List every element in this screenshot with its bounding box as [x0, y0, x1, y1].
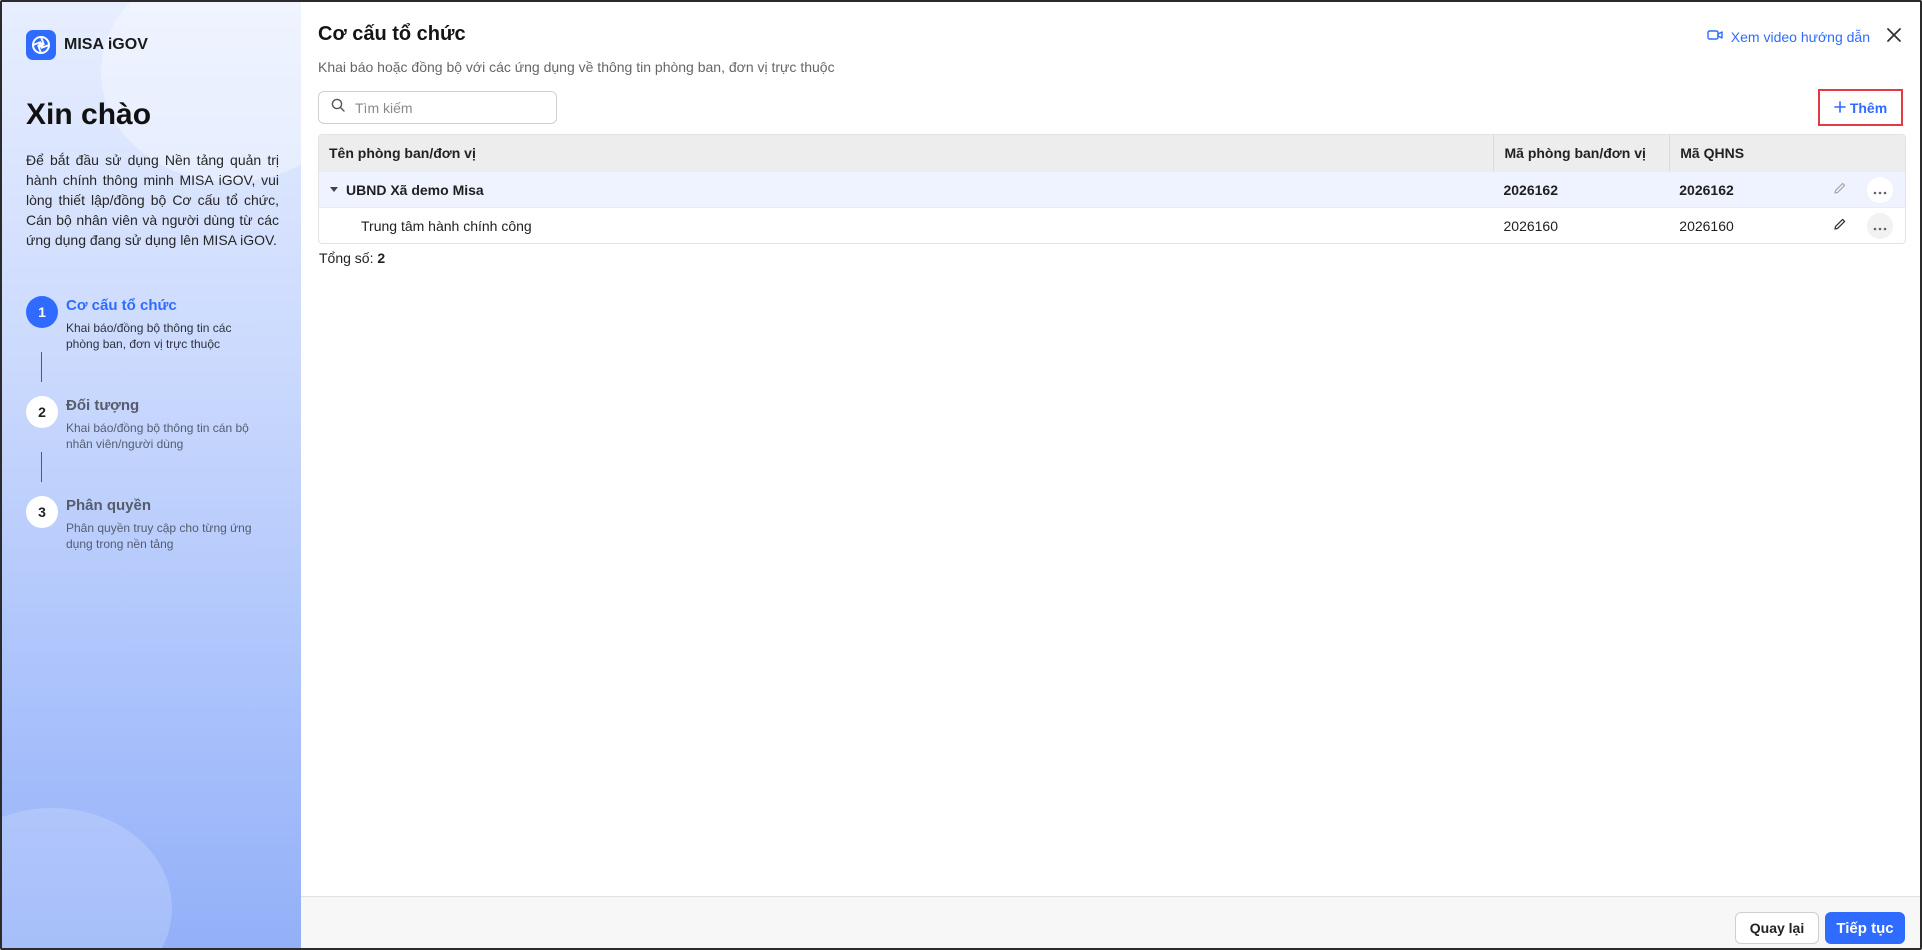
- add-button[interactable]: Thêm: [1834, 100, 1887, 116]
- onboarding-sidebar: MISA iGOV Xin chào Để bắt đầu sử dụng Nề…: [2, 2, 301, 948]
- caret-down-icon[interactable]: [330, 187, 338, 192]
- org-table: Tên phòng ban/đơn vị Mã phòng ban/đơn vị…: [318, 134, 1906, 244]
- step-number: 2: [26, 396, 58, 428]
- step-title: Phân quyền: [66, 497, 152, 514]
- search-input[interactable]: [355, 99, 545, 116]
- step-title: Đối tượng: [66, 397, 140, 414]
- video-guide-label: Xem video hướng dẫn: [1730, 28, 1870, 45]
- brand-name: MISA iGOV: [64, 36, 148, 53]
- setup-steps: 1 Cơ cấu tổ chức Khai báo/đồng bộ thông …: [26, 296, 286, 596]
- search-box: [318, 91, 557, 124]
- total-value: 2: [377, 250, 386, 266]
- edit-button[interactable]: [1827, 213, 1853, 239]
- step-number: 3: [26, 496, 58, 528]
- back-button[interactable]: Quay lại: [1735, 912, 1819, 944]
- unit-name: UBND Xã demo Misa: [346, 181, 484, 198]
- plus-icon: [1834, 100, 1846, 116]
- next-button[interactable]: Tiếp tục: [1825, 912, 1905, 944]
- brand-logo: MISA iGOV: [26, 30, 148, 60]
- more-horizontal-icon: [1873, 182, 1887, 198]
- pencil-icon: [1833, 181, 1847, 198]
- more-button[interactable]: [1867, 212, 1893, 239]
- edit-button[interactable]: [1827, 177, 1853, 203]
- step-description: Khai báo/đồng bộ thông tin các phòng ban…: [66, 321, 232, 351]
- step-permissions[interactable]: 3 Phân quyền Phân quyền truy cập cho từn…: [26, 496, 286, 596]
- close-icon: [1886, 27, 1902, 48]
- page-subtitle: Khai báo hoặc đồng bộ với các ứng dụng v…: [318, 59, 835, 75]
- unit-code: 2026162: [1503, 181, 1558, 198]
- step-title: Cơ cấu tổ chức: [66, 297, 177, 314]
- row-actions: [1827, 212, 1893, 239]
- step-number: 1: [26, 296, 58, 328]
- column-header-code: Mã phòng ban/đơn vị: [1493, 135, 1669, 171]
- table-row[interactable]: UBND Xã demo Misa 2026162 2026162: [319, 171, 1905, 207]
- page-title: Cơ cấu tổ chức: [318, 23, 466, 45]
- main-panel: Cơ cấu tổ chức Khai báo hoặc đồng bộ với…: [301, 2, 1920, 948]
- intro-text: Để bắt đầu sử dụng Nền tảng quản trị hàn…: [26, 152, 279, 248]
- step-org-structure[interactable]: 1 Cơ cấu tổ chức Khai báo/đồng bộ thông …: [26, 296, 286, 396]
- total-label: Tổng số:: [319, 250, 374, 266]
- step-connector: [41, 352, 42, 382]
- step-connector: [41, 452, 42, 482]
- step-description: Khai báo/đồng bộ thông tin cán bộ nhân v…: [66, 421, 249, 451]
- search-icon: [331, 98, 345, 117]
- row-actions: [1827, 176, 1893, 203]
- add-button-highlight: Thêm: [1818, 89, 1903, 126]
- table-header: Tên phòng ban/đơn vị Mã phòng ban/đơn vị…: [319, 135, 1905, 171]
- close-button[interactable]: [1883, 26, 1905, 48]
- unit-qhns: 2026160: [1679, 217, 1734, 234]
- add-button-label: Thêm: [1849, 99, 1888, 116]
- unit-qhns: 2026162: [1679, 181, 1734, 198]
- greeting-title: Xin chào: [26, 98, 152, 131]
- unit-code: 2026160: [1503, 217, 1559, 234]
- column-header-qhns: Mã QHNS: [1669, 135, 1905, 171]
- unit-name: Trung tâm hành chính công: [361, 217, 532, 234]
- step-subjects[interactable]: 2 Đối tượng Khai báo/đồng bộ thông tin c…: [26, 396, 286, 496]
- video-camera-icon: [1707, 28, 1723, 45]
- app-window: MISA iGOV Xin chào Để bắt đầu sử dụng Nề…: [0, 0, 1922, 950]
- pencil-icon: [1833, 217, 1847, 234]
- footer-bar: Quay lại Tiếp tục: [301, 896, 1920, 948]
- total-count: Tổng số: 2: [319, 250, 385, 266]
- shutter-logo-icon: [26, 30, 56, 60]
- more-horizontal-icon: [1873, 218, 1887, 234]
- more-button[interactable]: [1866, 176, 1893, 203]
- column-header-name: Tên phòng ban/đơn vị: [329, 145, 476, 161]
- video-guide-link[interactable]: Xem video hướng dẫn: [1707, 28, 1870, 45]
- step-description: Phân quyền truy cập cho từng ứng dụng tr…: [66, 521, 252, 551]
- table-row[interactable]: Trung tâm hành chính công 2026160 202616…: [319, 207, 1905, 243]
